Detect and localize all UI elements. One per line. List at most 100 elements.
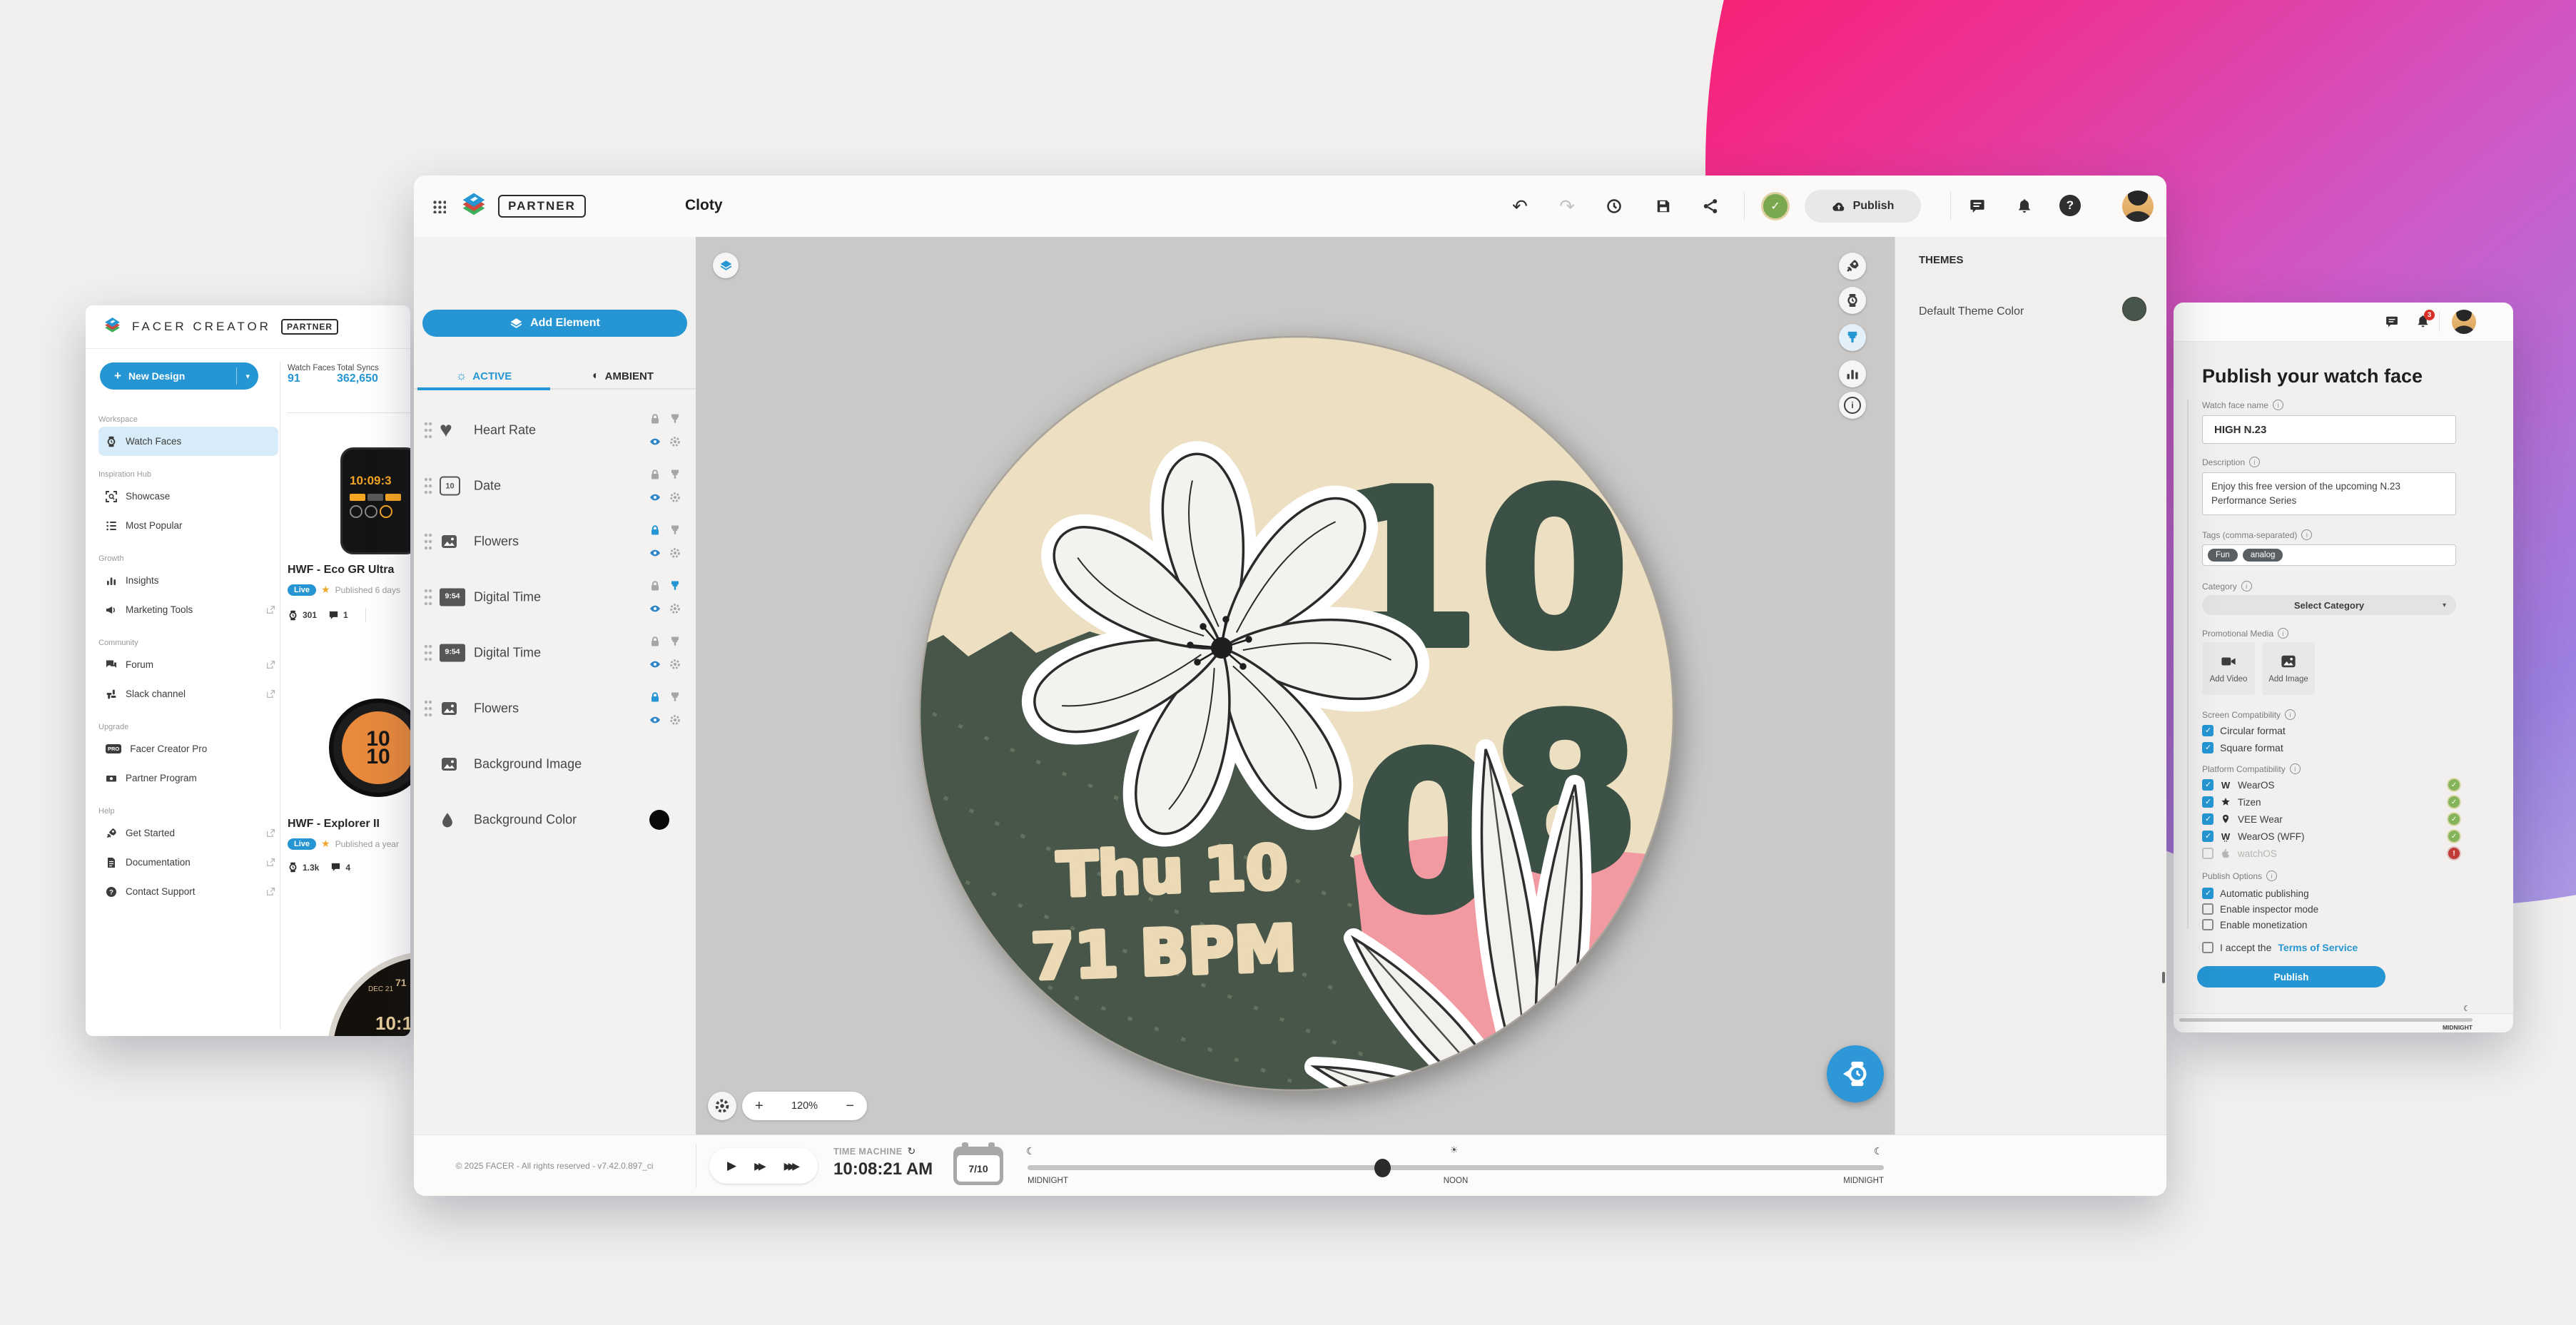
lock-icon[interactable] [649, 580, 661, 592]
checkbox-icon[interactable] [2202, 779, 2214, 791]
lock-icon-locked[interactable] [649, 691, 661, 703]
theme-brush-icon[interactable] [669, 524, 681, 536]
lock-icon[interactable] [649, 413, 661, 425]
publish-submit-button[interactable]: Publish [2197, 966, 2385, 988]
sidebar-item-contact-support[interactable]: Contact Support [98, 877, 278, 906]
add-element-button[interactable]: Add Element [422, 310, 687, 337]
drag-handle-icon[interactable] [424, 644, 432, 663]
chevron-down-icon[interactable]: ▾ [245, 372, 250, 381]
settings-gear-icon[interactable] [669, 714, 681, 726]
fastest-forward-icon[interactable]: ▶▶▶ [784, 1160, 800, 1172]
theme-brush-icon-active[interactable] [669, 580, 681, 592]
new-design-button[interactable]: + New Design ▾ [100, 362, 258, 390]
layer-label[interactable]: Flowers [474, 701, 519, 716]
layer-label[interactable]: Digital Time [474, 646, 541, 661]
drag-handle-icon[interactable] [424, 588, 432, 607]
visibility-eye-icon[interactable] [649, 436, 661, 447]
info-icon[interactable]: i [2266, 870, 2277, 881]
reset-time-icon[interactable]: ↻ [907, 1145, 916, 1157]
watch-preview-button[interactable] [1839, 287, 1866, 314]
info-icon[interactable]: i [2241, 581, 2252, 592]
drag-handle-icon[interactable] [424, 421, 432, 440]
checkbox-icon[interactable] [2202, 831, 2214, 842]
layer-label[interactable]: Heart Rate [474, 423, 536, 438]
notifications-bell-icon[interactable] [2013, 195, 2036, 218]
lock-icon-locked[interactable] [649, 524, 661, 536]
visibility-eye-icon[interactable] [649, 714, 661, 726]
user-avatar[interactable] [2122, 191, 2154, 222]
drag-handle-icon[interactable] [424, 477, 432, 496]
tab-ambient[interactable]: ◐ AMBIENT [557, 364, 689, 388]
sidebar-item-watch-faces[interactable]: Watch Faces [98, 427, 278, 456]
platform-row-vee-wear[interactable]: VEE Wear ✓ [2202, 813, 2283, 825]
apps-grid-icon[interactable] [432, 200, 446, 213]
visibility-eye-icon[interactable] [649, 492, 661, 503]
checkbox-icon[interactable] [2202, 903, 2214, 915]
theme-brush-icon[interactable] [669, 413, 681, 425]
watchface-thumbnail[interactable]: 10 10 [329, 699, 410, 797]
layers-toggle-button[interactable] [713, 253, 739, 278]
mini-timeline-track[interactable] [2179, 1018, 2473, 1022]
theme-brush-icon[interactable] [669, 691, 681, 703]
layer-label[interactable]: Background Color [474, 813, 577, 828]
checkbox-monetization[interactable]: Enable monetization [2202, 919, 2307, 930]
themes-brush-button[interactable] [1839, 324, 1866, 351]
watch-face-name-input[interactable] [2202, 415, 2456, 444]
lock-icon[interactable] [649, 469, 661, 480]
platform-row-wearos-wff[interactable]: W̤WearOS (WFF) ✓ [2202, 831, 2305, 842]
checkbox-icon[interactable] [2202, 848, 2214, 859]
visibility-eye-icon[interactable] [649, 603, 661, 614]
sidebar-item-marketing-tools[interactable]: Marketing Tools [98, 595, 278, 624]
sidebar-item-insights[interactable]: Insights [98, 566, 278, 595]
design-canvas[interactable]: 10 0 8 Thu 10 71 BPM [696, 237, 1895, 1134]
accept-tos-row[interactable]: I accept the Terms of Service [2202, 942, 2358, 953]
send-to-watch-fab[interactable] [1827, 1045, 1884, 1102]
play-icon[interactable]: ▶ [727, 1159, 736, 1173]
sidebar-item-get-started[interactable]: Get Started [98, 818, 278, 848]
watchface-preview[interactable]: 10 0 8 Thu 10 71 BPM [911, 328, 1682, 1099]
drag-handle-icon[interactable] [424, 532, 432, 552]
tag-chip[interactable]: analog [2243, 549, 2283, 562]
visibility-eye-icon[interactable] [649, 547, 661, 559]
card-title[interactable]: HWF - Explorer II [288, 818, 410, 831]
settings-gear-icon[interactable] [669, 659, 681, 670]
background-color-swatch[interactable] [649, 810, 669, 830]
sidebar-item-documentation[interactable]: Documentation [98, 848, 278, 877]
description-textarea[interactable]: Enjoy this free version of the upcoming … [2202, 472, 2456, 515]
info-button[interactable]: i [1839, 392, 1866, 419]
layer-row-heart-rate[interactable]: ♥ Heart Rate [414, 402, 696, 458]
settings-gear-icon[interactable] [669, 547, 681, 559]
info-icon[interactable]: i [2301, 529, 2312, 540]
checkbox-icon[interactable] [2202, 813, 2214, 825]
layer-label[interactable]: Date [474, 479, 501, 494]
layer-label[interactable]: Digital Time [474, 590, 541, 605]
checkbox-icon[interactable] [2202, 888, 2214, 899]
layer-row-background-image[interactable]: Background Image [414, 736, 696, 792]
layer-label[interactable]: Background Image [474, 757, 582, 772]
launch-rocket-button[interactable] [1839, 253, 1866, 280]
timeline-track[interactable] [1028, 1165, 1884, 1170]
theme-color-swatch[interactable] [2122, 297, 2146, 321]
facer-logo-icon[interactable] [460, 192, 488, 220]
undo-icon[interactable]: ↶ [1508, 195, 1531, 218]
layer-row-digital-time[interactable]: 9:54 Digital Time [414, 569, 696, 625]
terms-of-service-link[interactable]: Terms of Service [2278, 942, 2358, 953]
help-icon[interactable]: ? [2059, 195, 2081, 216]
add-image-button[interactable]: Add Image [2262, 642, 2315, 695]
layer-row-flowers[interactable]: Flowers [414, 514, 696, 569]
layer-row-flowers[interactable]: Flowers [414, 681, 696, 736]
sidebar-item-showcase[interactable]: Showcase [98, 482, 278, 511]
zoom-out-button[interactable]: − [846, 1098, 854, 1115]
user-avatar[interactable] [2452, 310, 2476, 334]
settings-gear-icon[interactable] [669, 603, 681, 614]
save-icon[interactable] [1652, 195, 1675, 218]
share-icon[interactable] [1699, 195, 1722, 218]
feedback-chat-icon[interactable] [2385, 315, 2398, 328]
timeline-knob[interactable] [1374, 1159, 1391, 1177]
checkbox-icon[interactable] [2202, 919, 2214, 930]
platform-row-tizen[interactable]: Tizen ✓ [2202, 796, 2261, 808]
info-icon[interactable]: i [2285, 709, 2296, 720]
sidebar-item-forum[interactable]: Forum [98, 650, 278, 679]
layer-row-background-color[interactable]: Background Color [414, 792, 696, 848]
settings-gear-icon[interactable] [669, 436, 681, 447]
